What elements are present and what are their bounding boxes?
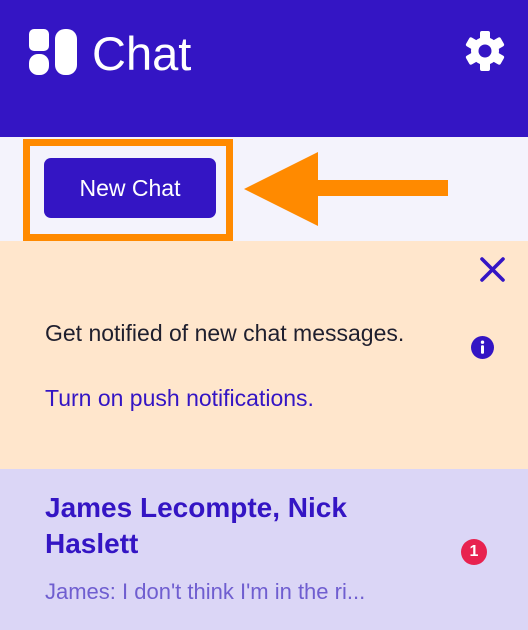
new-chat-button[interactable]: New Chat: [44, 158, 216, 218]
gear-icon[interactable]: [463, 29, 507, 73]
push-notifications-link[interactable]: Turn on push notifications.: [45, 381, 314, 415]
unread-count-badge: 1: [461, 539, 487, 565]
app-title: Chat: [92, 27, 192, 80]
push-notification-banner: [0, 241, 528, 469]
app-header: Chat: [0, 0, 528, 137]
chat-participants: James Lecompte, Nick Haslett: [45, 492, 347, 559]
banner-message: Get notified of new chat messages.: [45, 320, 405, 346]
close-icon[interactable]: [479, 256, 506, 283]
chat-last-message-preview: James: I don't think I'm in the ri...: [45, 579, 366, 604]
app-logo-icon: [29, 29, 77, 75]
info-icon[interactable]: [471, 336, 494, 359]
annotation-arrow-icon: [244, 152, 448, 226]
